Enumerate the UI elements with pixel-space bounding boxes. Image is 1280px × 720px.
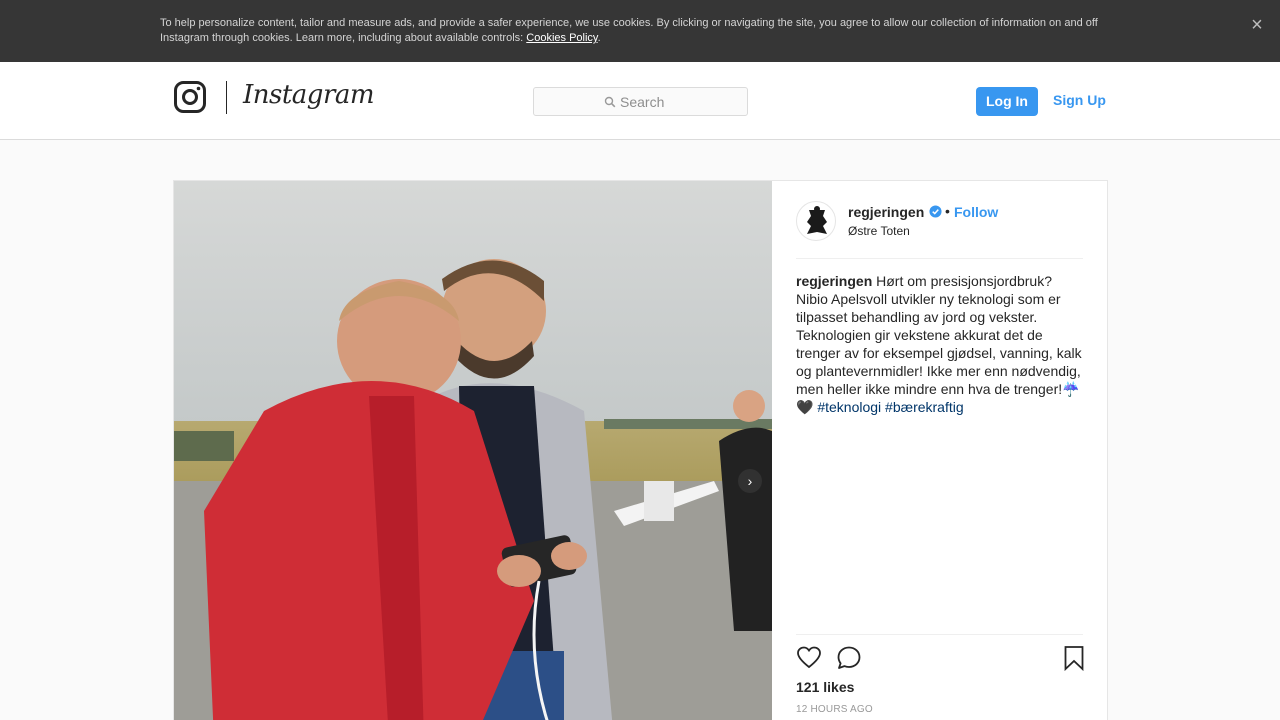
log-in-button[interactable]: Log In <box>976 87 1038 116</box>
post-actions <box>796 634 1084 684</box>
post-sidebar: regjeringen • Follow Østre Toten regjeri… <box>772 181 1107 720</box>
cookie-banner-message: To help personalize content, tailor and … <box>160 17 1098 44</box>
cookie-banner-text: To help personalize content, tailor and … <box>160 16 1120 46</box>
sign-up-link[interactable]: Sign Up <box>1053 92 1106 108</box>
post-location[interactable]: Østre Toten <box>848 224 910 238</box>
search-icon <box>604 96 616 108</box>
comment-icon[interactable] <box>836 645 862 671</box>
hashtag-link[interactable]: #bærekraftig <box>885 399 964 415</box>
top-nav: Instagram Log In Sign Up <box>0 62 1280 140</box>
logo-divider <box>226 81 227 114</box>
cookies-policy-link[interactable]: Cookies Policy <box>526 32 597 44</box>
likes-count[interactable]: 121 likes <box>796 679 854 695</box>
heart-icon[interactable] <box>796 645 822 671</box>
search-input[interactable] <box>620 93 740 111</box>
post-caption: regjeringen Hørt om presisjonsjordbruk? … <box>796 272 1086 416</box>
caption-text: Hørt om presisjonsjordbruk? Nibio Apelsv… <box>796 273 1082 415</box>
post-photo[interactable]: › <box>174 181 772 720</box>
post-timestamp[interactable]: 12 HOURS AGO <box>796 704 873 715</box>
post-username[interactable]: regjeringen <box>848 204 924 220</box>
instagram-wordmark[interactable]: Instagram <box>243 80 375 110</box>
instagram-camera-icon[interactable] <box>174 81 206 113</box>
caption-username[interactable]: regjeringen <box>796 273 872 289</box>
post-card: › regjeringen • Follow Østre Toten regje… <box>173 180 1108 720</box>
post-header: regjeringen • Follow Østre Toten <box>796 181 1083 259</box>
hashtag-link[interactable]: #teknologi <box>817 399 881 415</box>
cookie-banner: To help personalize content, tailor and … <box>0 0 1280 62</box>
search-box[interactable] <box>533 87 748 116</box>
verified-badge-icon <box>929 205 942 218</box>
follow-button[interactable]: Follow <box>954 204 998 220</box>
avatar[interactable] <box>796 201 836 241</box>
post-photo-image <box>174 181 772 720</box>
close-icon[interactable]: × <box>1246 14 1268 36</box>
cookie-banner-suffix: . <box>597 32 601 44</box>
bookmark-icon[interactable] <box>1061 645 1087 671</box>
separator-dot: • <box>945 203 950 219</box>
carousel-next-button[interactable]: › <box>738 469 762 493</box>
